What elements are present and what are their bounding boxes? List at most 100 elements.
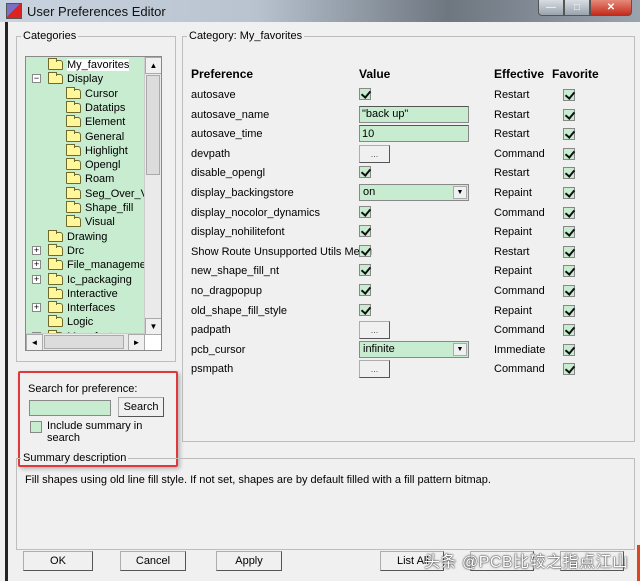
favorite-checkbox[interactable] <box>563 285 575 297</box>
scroll-right-button[interactable]: ► <box>128 334 145 350</box>
include-summary-label: Include summary in search <box>47 420 143 444</box>
value-dropdown[interactable]: on ▼ <box>359 184 469 201</box>
chevron-down-icon[interactable]: ▼ <box>453 186 467 199</box>
tree-item[interactable]: + Interfaces <box>32 301 115 315</box>
folder-icon <box>66 115 81 128</box>
scroll-down-button[interactable]: ▼ <box>145 318 161 335</box>
favorite-checkbox[interactable] <box>563 226 575 239</box>
preference-row: disable_opengl Restart <box>183 164 633 183</box>
favorite-checkbox[interactable] <box>563 324 575 337</box>
tree-horizontal-scrollbar[interactable]: ◄ ► <box>26 333 145 350</box>
value-checkbox[interactable] <box>359 264 371 277</box>
collapse-icon[interactable]: − <box>32 74 41 84</box>
category-tree-items: My_favorites − Display Cursor Datatips Elemen… <box>26 57 145 335</box>
tree-item[interactable]: Seg_Over_Voi <box>66 186 145 201</box>
value-dropdown[interactable]: infinite ▼ <box>359 340 469 358</box>
folder-icon <box>48 315 63 328</box>
favorite-checkbox[interactable] <box>563 167 575 180</box>
preference-row: display_backingstore on ▼ Repaint <box>183 184 633 203</box>
tree-item[interactable]: Highlight <box>66 143 128 158</box>
expand-icon[interactable]: + <box>32 245 41 255</box>
value-checkbox[interactable] <box>359 244 371 257</box>
favorite-checkbox[interactable] <box>563 363 575 376</box>
search-button[interactable]: Search <box>118 397 164 417</box>
favorite-checkbox[interactable] <box>563 187 575 199</box>
value-checkbox[interactable] <box>359 225 371 238</box>
tree-item[interactable]: Cursor <box>66 86 118 101</box>
expand-icon[interactable]: + <box>32 260 41 270</box>
scroll-left-button[interactable]: ◄ <box>26 334 43 350</box>
favorite-checkbox[interactable] <box>563 245 575 258</box>
summary-text: Fill shapes using old line fill style. I… <box>25 474 491 486</box>
tree-item[interactable]: + File_management <box>32 258 145 272</box>
header-favorite: Favorite <box>552 67 599 81</box>
arrow-right-icon: ► <box>132 338 141 347</box>
folder-icon <box>66 186 81 199</box>
category-tree[interactable]: My_favorites − Display Cursor Datatips Elemen… <box>25 56 162 351</box>
tree-vertical-scrollbar[interactable]: ▲ ▼ <box>144 57 161 335</box>
expand-icon[interactable]: + <box>32 303 41 313</box>
window-controls: — □ ✕ <box>538 0 632 16</box>
chevron-down-icon[interactable]: ▼ <box>453 342 467 356</box>
favorite-checkbox[interactable] <box>563 343 575 356</box>
tree-item[interactable]: Roam <box>66 172 114 186</box>
preference-name: new_shape_fill_nt <box>191 265 280 278</box>
favorite-checkbox[interactable] <box>563 89 575 101</box>
ok-button[interactable]: OK <box>23 551 93 571</box>
value-checkbox[interactable] <box>359 284 371 296</box>
vertical-scroll-thumb[interactable] <box>146 75 160 175</box>
preference-name: Show Route Unsupported Utils Menu <box>191 245 372 258</box>
value-text-input[interactable] <box>359 105 469 123</box>
horizontal-scroll-thumb[interactable] <box>44 335 124 349</box>
search-input[interactable] <box>29 400 111 416</box>
preference-name: display_backingstore <box>191 187 294 199</box>
effective-value: Command <box>494 206 545 219</box>
preference-row: autosave Restart <box>183 86 633 105</box>
window-title: User Preferences Editor <box>27 3 166 19</box>
tree-item[interactable]: Visual <box>66 215 115 229</box>
include-summary-checkbox[interactable] <box>30 421 42 433</box>
tree-item[interactable]: Datatips <box>66 100 125 115</box>
tree-item[interactable]: General <box>66 129 124 144</box>
cancel-button[interactable]: Cancel <box>120 551 186 571</box>
maximize-button[interactable]: □ <box>564 0 590 16</box>
value-checkbox[interactable] <box>359 303 371 316</box>
tree-item[interactable]: Shape_fill <box>66 201 133 215</box>
favorite-checkbox[interactable] <box>563 265 575 278</box>
minimize-button[interactable]: — <box>538 0 564 16</box>
tree-item[interactable]: My_favorites <box>48 58 130 72</box>
effective-value: Command <box>494 324 545 337</box>
value-checkbox[interactable] <box>359 88 371 100</box>
favorite-checkbox[interactable] <box>563 108 575 121</box>
folder-icon <box>66 172 81 185</box>
close-button[interactable]: ✕ <box>590 0 632 16</box>
header-value: Value <box>359 67 391 81</box>
favorite-checkbox[interactable] <box>563 304 575 317</box>
preference-name: padpath <box>191 324 231 337</box>
preference-row: new_shape_fill_nt Repaint <box>183 262 633 281</box>
tree-item[interactable]: + Drc <box>32 243 84 258</box>
favorite-checkbox[interactable] <box>563 128 575 141</box>
browse-button[interactable]: ... <box>359 321 390 340</box>
preference-name: autosave_name <box>191 108 270 121</box>
tree-item[interactable]: Drawing <box>48 229 107 244</box>
tree-item[interactable]: Opengl <box>66 158 120 172</box>
favorite-checkbox[interactable] <box>563 206 575 219</box>
value-checkbox[interactable] <box>359 205 371 218</box>
effective-value: Restart <box>494 108 530 121</box>
browse-button[interactable]: ... <box>359 144 390 163</box>
tree-item-label: My_favorites <box>67 59 130 71</box>
tree-item[interactable]: Logic <box>48 315 93 329</box>
value-text-input[interactable] <box>359 125 469 143</box>
tree-item[interactable]: − Display <box>32 72 103 86</box>
preference-row: Show Route Unsupported Utils Menu Restart <box>183 243 633 262</box>
scroll-up-button[interactable]: ▲ <box>145 57 161 74</box>
value-checkbox[interactable] <box>359 166 371 179</box>
tree-item[interactable]: Interactive <box>48 286 118 301</box>
tree-item[interactable]: + Ic_packaging <box>32 272 132 287</box>
tree-item[interactable]: Element <box>66 115 125 129</box>
apply-button[interactable]: Apply <box>216 551 282 571</box>
browse-button[interactable]: ... <box>359 360 390 379</box>
favorite-checkbox[interactable] <box>563 147 575 160</box>
expand-icon[interactable]: + <box>32 274 41 284</box>
